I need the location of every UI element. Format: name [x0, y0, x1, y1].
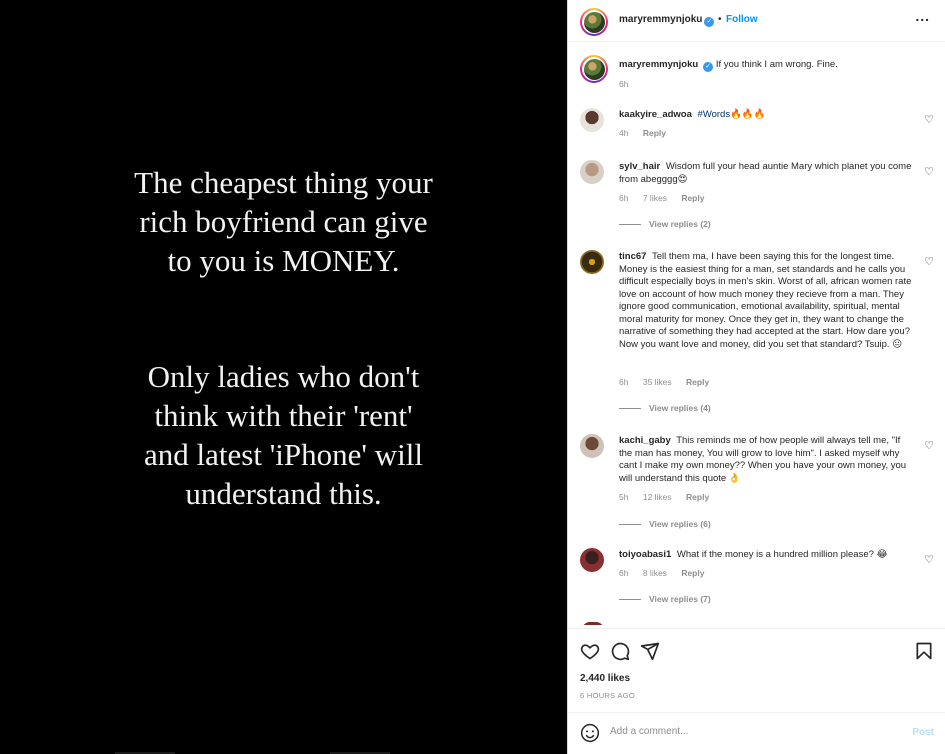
comment-time: 6h [619, 193, 629, 203]
header-separator: • [718, 14, 722, 25]
emoji-icon[interactable] [580, 723, 600, 743]
comment-text: Wisdom full your head auntie Mary which … [619, 161, 912, 185]
comment-time: 6h [619, 377, 629, 387]
add-comment-bar: Post [568, 712, 945, 754]
post-sidebar: maryremmynjoku ✓ • Follow ... maryremmynj… [567, 0, 945, 754]
post-actions: 2,440 likes 6 HOURS AGO [568, 628, 945, 708]
more-options-icon[interactable]: ... [915, 8, 930, 24]
comment-body: toiyoabasi1 What if the money is a hundr… [619, 549, 914, 562]
like-comment-heart-icon[interactable]: ♡ [924, 165, 934, 178]
post-timestamp: 6 HOURS AGO [580, 691, 635, 700]
like-count[interactable]: 2,440 likes [580, 673, 630, 684]
comment-username[interactable]: tinc67 [619, 251, 646, 262]
comment-meta: 4h Reply [619, 128, 678, 138]
comment-time: 4h [619, 128, 629, 138]
view-replies-label[interactable]: View replies (4) [649, 403, 711, 413]
caption-text: If you think I am wrong. Fine. [715, 59, 838, 70]
avatar[interactable] [580, 55, 608, 83]
comment-meta: 6h 35 likes Reply [619, 377, 721, 387]
divider-line [619, 599, 641, 601]
reply-button[interactable]: Reply [681, 568, 704, 578]
comment-text: What if the money is a hundred million p… [676, 549, 888, 560]
view-replies-label[interactable]: View replies (6) [649, 519, 711, 529]
comment-likes[interactable]: 8 likes [643, 568, 667, 578]
reply-button[interactable]: Reply [686, 377, 709, 387]
view-replies-button[interactable]: View replies (6) [619, 519, 711, 529]
post-image-text-bottom: Only ladies who don't think with their '… [144, 359, 423, 511]
comment-body: kaakyire_adwoa #Words🔥🔥🔥 [619, 109, 914, 122]
comment-text: Tell them ma, I have been saying this fo… [619, 251, 912, 350]
header-username-text[interactable]: maryremmynjoku [619, 14, 702, 25]
avatar[interactable] [580, 250, 604, 274]
comment-body: tinc67 Tell them ma, I have been saying … [619, 251, 914, 351]
comment-meta: 6h 7 likes Reply [619, 193, 716, 203]
reply-button[interactable]: Reply [686, 492, 709, 502]
comment-body: kachi_gaby This reminds me of how people… [619, 435, 914, 485]
post-image-text-top: The cheapest thing your rich boyfriend c… [134, 165, 433, 278]
comment-likes[interactable]: 7 likes [643, 193, 667, 203]
comment-username[interactable]: kachi_gaby [619, 435, 671, 446]
comment-time: 5h [619, 492, 629, 502]
share-icon[interactable] [640, 641, 660, 661]
view-replies-button[interactable]: View replies (4) [619, 403, 711, 413]
avatar[interactable] [580, 434, 604, 458]
like-comment-heart-icon[interactable]: ♡ [924, 553, 934, 566]
post-viewer: The cheapest thing your rich boyfriend c… [0, 0, 945, 754]
view-replies-label[interactable]: View replies (2) [649, 219, 711, 229]
comment-hashtag[interactable]: #Words [698, 109, 731, 120]
verified-icon: ✓ [704, 17, 715, 27]
post-button[interactable]: Post [912, 727, 934, 738]
comment-input[interactable] [610, 726, 890, 737]
avatar[interactable] [580, 108, 604, 132]
next-avatar-peek [582, 622, 604, 625]
view-replies-label[interactable]: View replies (7) [649, 594, 711, 604]
divider-line [619, 224, 641, 226]
comments-list[interactable]: maryremmynjoku ✓ If you think I am wrong.… [568, 43, 945, 625]
post-image[interactable]: The cheapest thing your rich boyfriend c… [0, 0, 567, 754]
reply-button[interactable]: Reply [681, 193, 704, 203]
caption-meta: 6h [619, 79, 640, 89]
verified-icon: ✓ [703, 62, 714, 72]
avatar[interactable] [580, 160, 604, 184]
post-header: maryremmynjoku ✓ • Follow ... [568, 0, 945, 42]
comment-time: 6h [619, 568, 629, 578]
comment-username[interactable]: toiyoabasi1 [619, 549, 671, 560]
comment-likes[interactable]: 35 likes [643, 377, 672, 387]
avatar[interactable] [580, 548, 604, 572]
comment-icon[interactable] [610, 641, 630, 661]
heart-icon[interactable] [580, 641, 600, 661]
reply-button[interactable]: Reply [643, 128, 666, 138]
view-replies-button[interactable]: View replies (7) [619, 594, 711, 604]
like-comment-heart-icon[interactable]: ♡ [924, 439, 934, 452]
like-comment-heart-icon[interactable]: ♡ [924, 255, 934, 268]
comment-text: 🔥🔥🔥 [730, 109, 766, 120]
caption-body: maryremmynjoku ✓ If you think I am wrong.… [619, 59, 914, 72]
caption-username[interactable]: maryremmynjoku [619, 59, 698, 70]
comment-username[interactable]: sylv_hair [619, 161, 660, 172]
avatar[interactable] [580, 8, 608, 36]
bookmark-icon[interactable] [914, 641, 934, 661]
comment-body: sylv_hair Wisdom full your head auntie M… [619, 161, 914, 186]
header-username[interactable]: maryremmynjoku ✓ [619, 14, 715, 27]
comment-username[interactable]: kaakyire_adwoa [619, 109, 692, 120]
comment-meta: 6h 8 likes Reply [619, 568, 716, 578]
divider-line [619, 408, 641, 410]
view-replies-button[interactable]: View replies (2) [619, 219, 711, 229]
like-comment-heart-icon[interactable]: ♡ [924, 113, 934, 126]
comment-likes[interactable]: 12 likes [643, 492, 672, 502]
follow-button[interactable]: Follow [726, 14, 758, 25]
divider-line [619, 524, 641, 526]
comment-meta: 5h 12 likes Reply [619, 492, 721, 502]
caption-time: 6h [619, 79, 629, 89]
